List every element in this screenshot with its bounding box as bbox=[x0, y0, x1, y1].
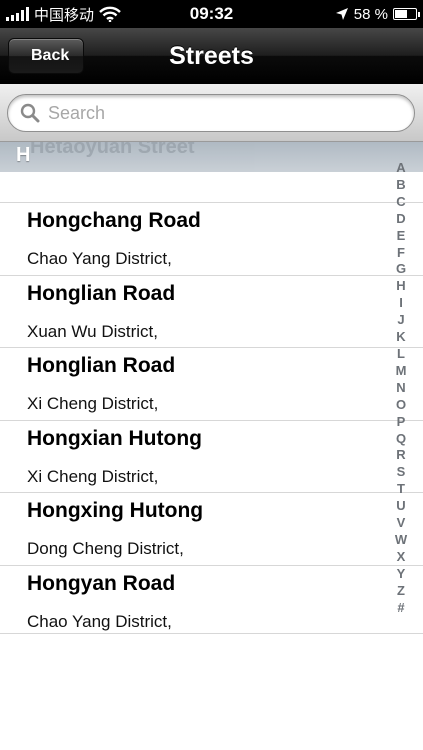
street-name: Hongxing Hutong bbox=[27, 499, 204, 523]
district-name: Chao Yang District, bbox=[27, 611, 172, 631]
list-item[interactable]: Honglian Road Xuan Wu District, bbox=[0, 276, 423, 349]
index-letter[interactable]: A bbox=[396, 160, 405, 177]
index-letter[interactable]: E bbox=[397, 228, 406, 245]
index-letter[interactable]: M bbox=[396, 363, 407, 380]
carrier-label: 中国移动 bbox=[34, 6, 95, 24]
status-time: 09:32 bbox=[189, 4, 234, 23]
index-letter[interactable]: J bbox=[397, 312, 404, 329]
index-letter[interactable]: K bbox=[396, 329, 405, 346]
district-name: Dong Cheng District, bbox=[27, 539, 184, 559]
index-letter[interactable]: P bbox=[397, 414, 406, 431]
street-name: Hongchang Road bbox=[27, 209, 201, 232]
index-letter[interactable]: S bbox=[397, 464, 406, 481]
battery-fill bbox=[394, 10, 407, 18]
index-letter[interactable]: I bbox=[399, 295, 403, 312]
index-letter[interactable]: O bbox=[396, 397, 406, 414]
list-item[interactable]: Honglian Road Xi Cheng District, bbox=[0, 348, 423, 421]
list-item[interactable]: Hongxian Hutong Xi Cheng District, bbox=[0, 421, 423, 494]
index-letter[interactable]: T bbox=[397, 481, 405, 498]
street-name: Honglian Road bbox=[27, 354, 176, 378]
district-name: Xi Cheng District, bbox=[27, 394, 159, 414]
district-name: Xuan Wu District, bbox=[27, 321, 159, 341]
district-name: Chao Yang District, bbox=[27, 249, 172, 268]
list-item-partial[interactable] bbox=[0, 172, 423, 203]
search-bar bbox=[0, 84, 423, 142]
index-letter[interactable]: V bbox=[397, 515, 406, 532]
street-name: Hongyan Road bbox=[27, 571, 176, 595]
index-letter[interactable]: B bbox=[396, 177, 405, 194]
battery-percent: 58 % bbox=[353, 5, 388, 23]
section-header: Hetaoyuan Street H bbox=[0, 142, 423, 172]
location-arrow-icon bbox=[335, 8, 348, 20]
index-letter[interactable]: X bbox=[397, 549, 406, 566]
search-icon bbox=[20, 103, 40, 123]
index-letter[interactable]: U bbox=[396, 498, 405, 515]
list-item[interactable]: Hongxing Hutong Dong Cheng District, bbox=[0, 493, 423, 566]
index-letter[interactable]: R bbox=[396, 447, 405, 464]
index-letter[interactable]: Z bbox=[397, 583, 405, 600]
signal-icon bbox=[6, 7, 29, 21]
search-input[interactable] bbox=[48, 102, 388, 124]
index-letter[interactable]: N bbox=[396, 380, 405, 397]
street-name: Hongxian Hutong bbox=[27, 426, 202, 450]
section-letter: H bbox=[16, 144, 31, 166]
list-item[interactable]: Hongchang Road Chao Yang District, bbox=[0, 203, 423, 276]
scrolled-row-title: Hetaoyuan Street bbox=[30, 142, 195, 158]
index-letter[interactable]: L bbox=[397, 346, 405, 363]
street-list[interactable]: Hongchang Road Chao Yang District, Hongl… bbox=[0, 172, 423, 634]
street-name: Honglian Road bbox=[27, 281, 176, 305]
wifi-icon bbox=[99, 6, 121, 22]
index-letter[interactable]: G bbox=[396, 261, 406, 278]
index-letter[interactable]: # bbox=[397, 600, 404, 617]
section-index[interactable]: A B C D E F G H I J K L M N O P Q R S T U V W X Y Z # bbox=[393, 160, 409, 616]
battery-icon bbox=[392, 8, 420, 20]
district-name: Xi Cheng District, bbox=[27, 466, 159, 486]
index-letter[interactable]: W bbox=[395, 532, 407, 549]
index-letter[interactable]: F bbox=[397, 245, 405, 262]
search-field[interactable] bbox=[7, 94, 415, 132]
status-right: 58 % bbox=[267, 5, 420, 23]
navigation-bar: Streets Back bbox=[0, 28, 423, 84]
back-button[interactable]: Back bbox=[8, 38, 85, 74]
status-bar: 中国移动 09:32 58 % bbox=[0, 0, 423, 28]
status-left: 中国移动 bbox=[6, 4, 156, 25]
index-letter[interactable]: C bbox=[396, 194, 405, 211]
list-item[interactable]: Hongyan Road Chao Yang District, bbox=[0, 566, 423, 633]
index-letter[interactable]: H bbox=[396, 278, 405, 295]
index-letter[interactable]: D bbox=[396, 211, 405, 228]
index-letter[interactable]: Q bbox=[396, 431, 406, 448]
index-letter[interactable]: Y bbox=[397, 566, 406, 583]
